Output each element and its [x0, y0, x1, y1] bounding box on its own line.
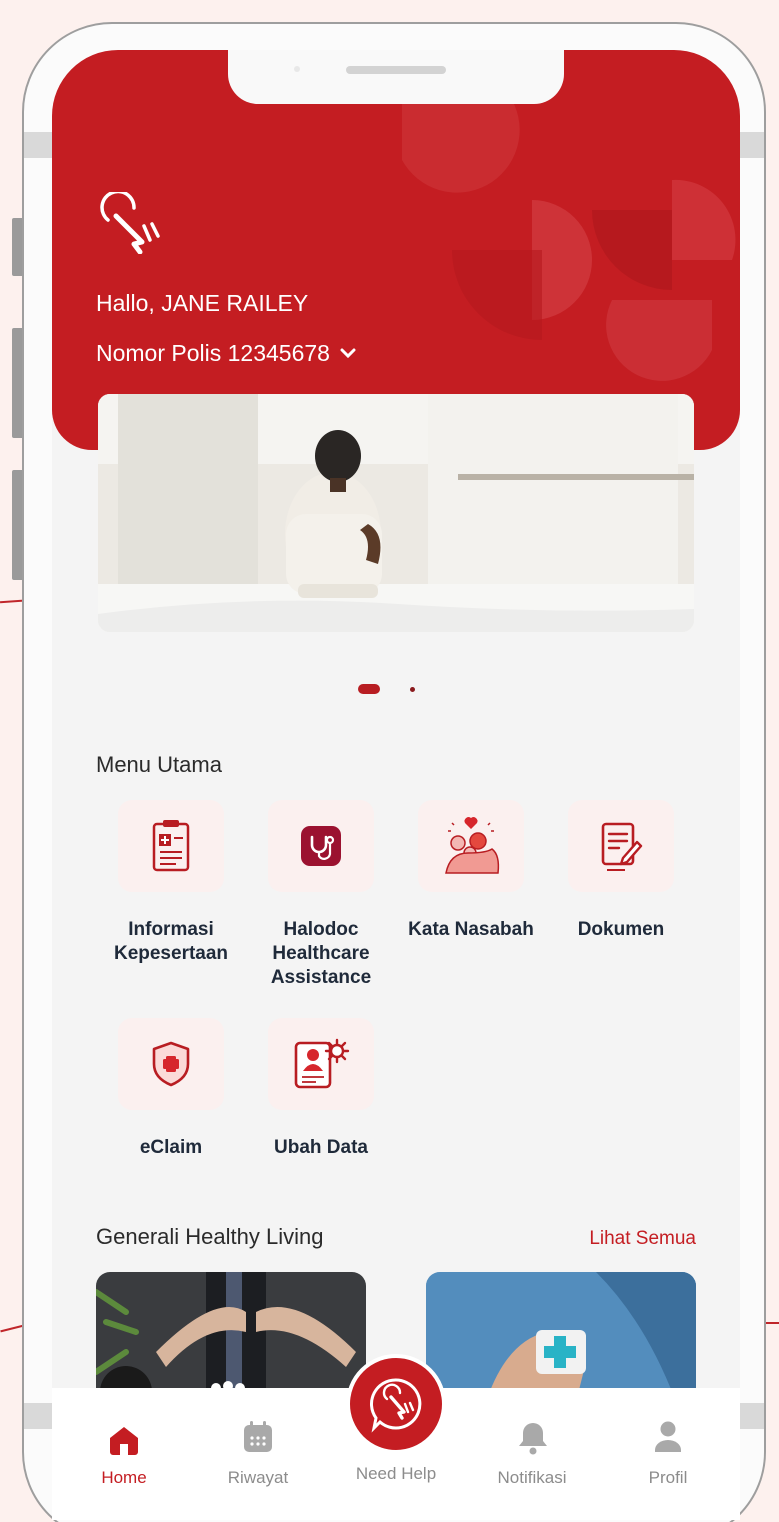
shield-cross-icon: [152, 1041, 190, 1087]
carousel-dot-active[interactable]: [358, 684, 380, 694]
carousel-indicator: [358, 684, 415, 694]
article-card[interactable]: [96, 1272, 366, 1402]
menu-label: Informasi Kepesertaan: [113, 919, 229, 964]
menu-tile: [118, 800, 224, 892]
tab-profile[interactable]: Profil: [618, 1468, 718, 1488]
menu-label: Kata Nasabah: [408, 919, 534, 940]
menu-tile: [118, 1018, 224, 1110]
app-logo-icon: [100, 192, 160, 254]
profile-settings-icon: [294, 1038, 350, 1089]
halodoc-stethoscope-icon: [301, 826, 341, 866]
menu-label: eClaim: [139, 1137, 203, 1158]
header: Hallo, JANE RAILEY Nomor Polis 12345678: [52, 50, 740, 450]
tab-home[interactable]: Home: [74, 1468, 174, 1488]
app-screen: Hallo, JANE RAILEY Nomor Polis 12345678: [52, 50, 740, 1520]
menu-dokumen[interactable]: Dokumen: [546, 800, 696, 942]
header-decoration: [402, 100, 736, 381]
promo-banner[interactable]: [98, 394, 694, 632]
tab-notifications[interactable]: Notifikasi: [482, 1468, 582, 1488]
menu-halodoc[interactable]: Halodoc Healthcare Assistance: [246, 800, 396, 990]
menu-label: Ubah Data: [274, 1137, 368, 1158]
menu-tile: [418, 800, 524, 892]
need-help-button[interactable]: [346, 1354, 446, 1454]
home-icon[interactable]: [106, 1424, 142, 1456]
profile-icon[interactable]: [652, 1420, 684, 1454]
tab-need-help[interactable]: Need Help: [346, 1464, 446, 1484]
main-menu-title: Menu Utama: [96, 752, 222, 777]
article-card[interactable]: [426, 1272, 696, 1402]
menu-tile: [268, 800, 374, 892]
help-chat-icon: [369, 1378, 422, 1433]
tab-history[interactable]: Riwayat: [208, 1468, 308, 1488]
healthy-living-title: Generali Healthy Living: [96, 1224, 324, 1249]
menu-eclaim[interactable]: eClaim: [96, 1018, 246, 1160]
menu-label: Dokumen: [577, 919, 665, 940]
document-edit-icon: [601, 822, 643, 871]
policy-selector[interactable]: Nomor Polis 12345678: [96, 340, 356, 367]
menu-tile: [268, 1018, 374, 1110]
article-image: [96, 1272, 366, 1402]
menu-informasi-kepesertaan[interactable]: Informasi Kepesertaan: [96, 800, 246, 966]
phone-notch: [228, 50, 564, 104]
menu-label: Halodoc Healthcare Assistance: [270, 919, 372, 988]
banner-image: [98, 394, 694, 632]
see-all-link[interactable]: Lihat Semua: [589, 1228, 696, 1250]
carousel-dot[interactable]: [410, 686, 415, 692]
calendar-icon[interactable]: [242, 1420, 274, 1454]
family-testimonial-icon: [445, 817, 500, 874]
article-image: [426, 1272, 696, 1402]
bell-icon[interactable]: [516, 1420, 550, 1456]
greeting-text: Hallo, JANE RAILEY: [96, 290, 309, 316]
menu-tile: [568, 800, 674, 892]
chevron-down-icon: [340, 348, 356, 358]
menu-kata-nasabah[interactable]: Kata Nasabah: [396, 800, 546, 942]
policy-number: Nomor Polis 12345678: [96, 340, 330, 366]
menu-ubah-data[interactable]: Ubah Data: [246, 1018, 396, 1160]
clipboard-medical-icon: [152, 820, 190, 872]
